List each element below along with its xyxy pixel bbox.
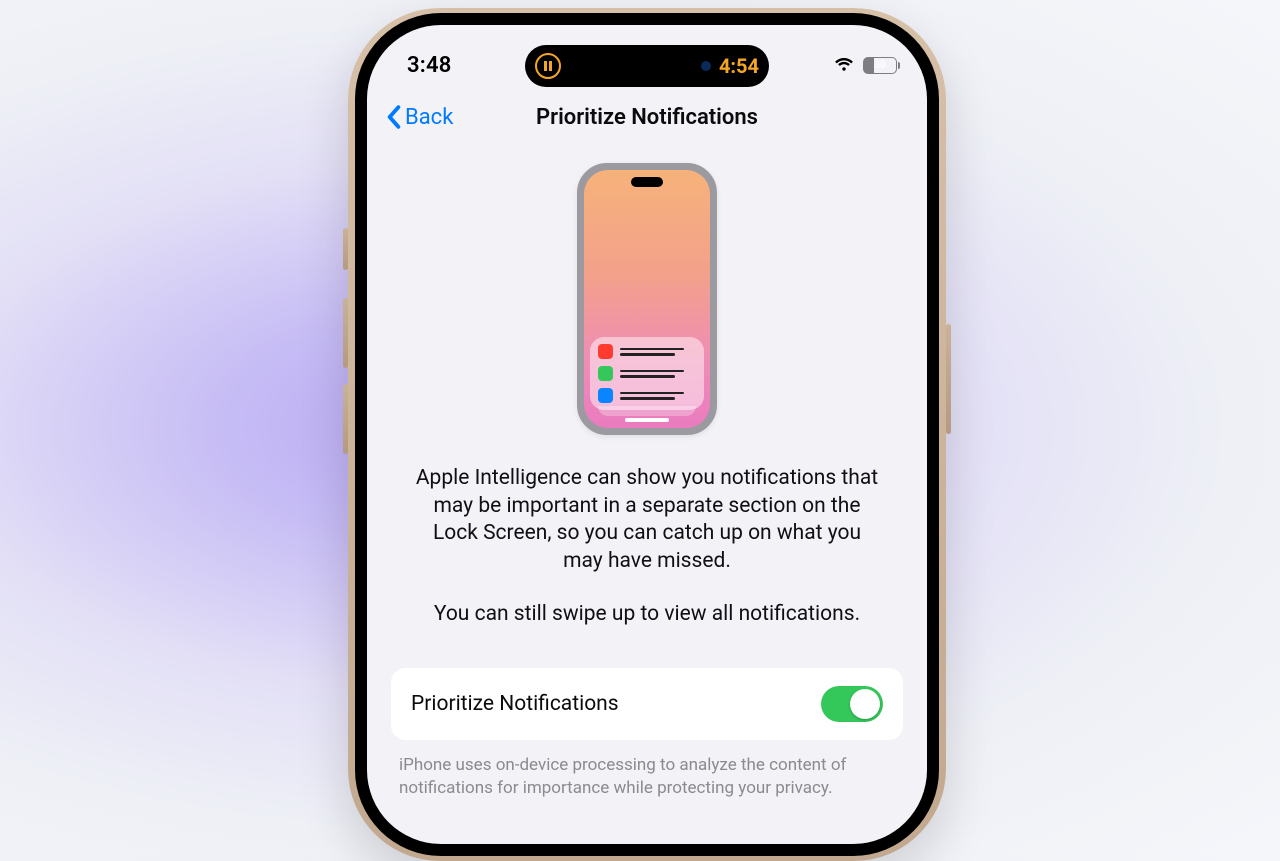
island-indicator-icon [701,61,711,71]
screen: 3:48 30 [367,25,927,844]
illus-home-indicator [625,418,669,422]
battery-pct: 30 [864,57,896,74]
phone-frame: 3:48 30 [348,8,946,861]
side-button-vol-down [343,384,348,454]
description-subtext: You can still swipe up to view all notif… [434,602,860,626]
page-title: Prioritize Notifications [536,105,758,130]
status-time: 3:48 [407,53,452,78]
island-time: 4:54 [719,54,759,78]
side-button-vol-up [343,298,348,368]
back-button[interactable]: Back [385,104,453,130]
toggle-label: Prioritize Notifications [411,692,619,716]
battery-icon: 30 [863,57,897,74]
wifi-icon [833,52,855,78]
side-button-silent [343,228,348,270]
nav-bar: Back Prioritize Notifications [367,89,927,145]
illus-app-icon [598,344,613,359]
description-text: Apple Intelligence can show you notifica… [412,465,882,576]
illus-app-icon [598,388,613,403]
dynamic-island[interactable]: 4:54 [525,45,769,87]
back-label: Back [405,105,453,130]
footer-text: iPhone uses on-device processing to anal… [391,754,903,800]
illus-app-icon [598,366,613,381]
toggle-row: Prioritize Notifications [391,668,903,740]
prioritize-toggle[interactable] [821,686,883,722]
illustration [577,163,717,435]
pause-icon [535,53,561,79]
side-button-power [946,324,951,434]
illustration-notification-card [590,337,704,410]
